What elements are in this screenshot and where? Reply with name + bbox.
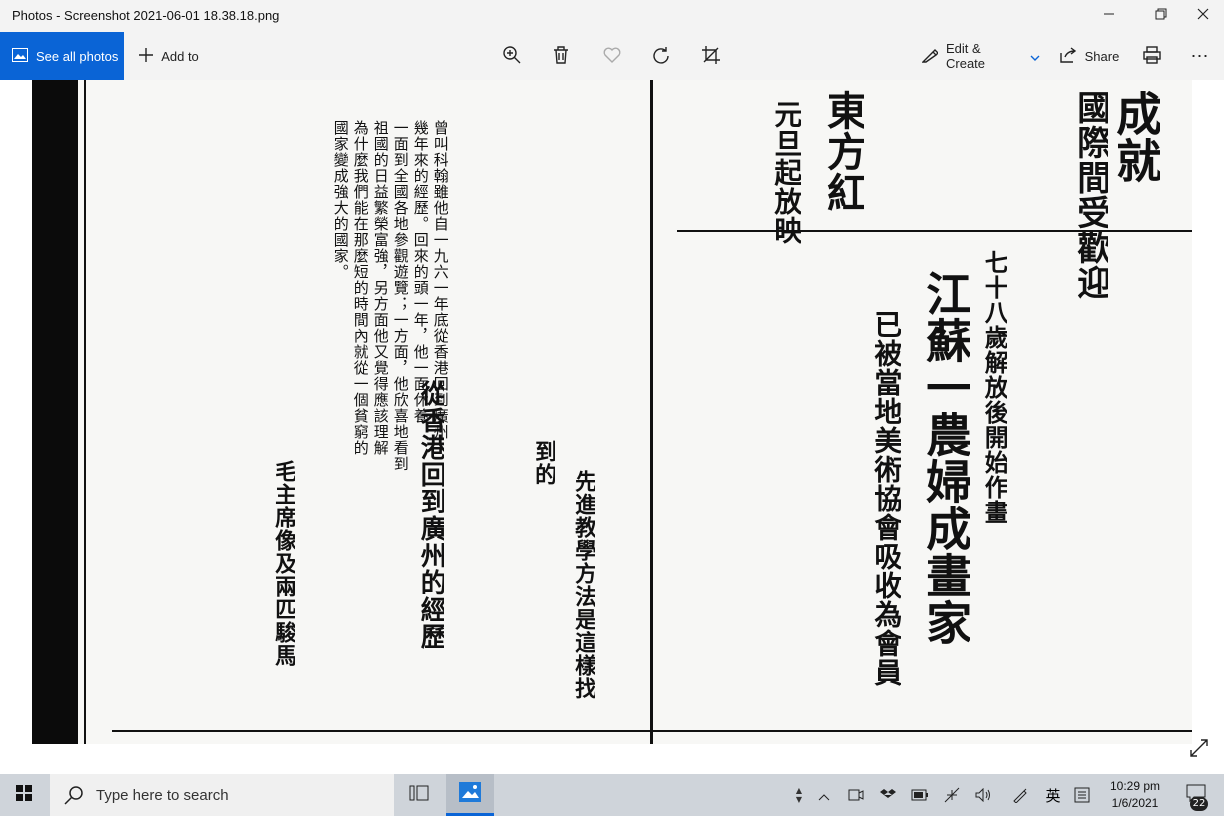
clock-date: 1/6/2021 — [1111, 796, 1159, 810]
taskbar-scroll[interactable]: ▲ ▼ — [792, 774, 806, 816]
photos-app-icon — [459, 781, 481, 806]
column-rule — [112, 730, 1192, 732]
newspaper-headline: 元旦起放映 — [772, 100, 802, 245]
edit-create-button[interactable]: Edit & Create — [921, 32, 1040, 80]
search-placeholder: Type here to search — [96, 786, 229, 804]
pen-workspace-icon[interactable] — [1008, 774, 1032, 816]
clock-time: 10:29 pm — [1109, 779, 1161, 793]
notification-count-badge: 22 — [1190, 797, 1208, 811]
show-hidden-icons-button[interactable] — [812, 774, 836, 816]
newspaper-photo: 曾叫科翰雖他自一九六一年底從香港回到廣州 幾年來的經歷。回來的頭一年，他一面休養一… — [32, 80, 1192, 744]
add-to-label: Add to — [161, 48, 199, 64]
newspaper-text-column: 祖國的日益繁榮富強，另方面他又覺得應該理解 — [372, 120, 388, 456]
fullscreen-button[interactable] — [1184, 734, 1214, 764]
ime-mode-icon[interactable] — [1070, 774, 1094, 816]
see-all-photos-button[interactable]: See all photos — [0, 32, 124, 80]
volume-icon[interactable] — [972, 774, 996, 816]
newspaper-headline: 成就 — [1112, 90, 1161, 184]
close-icon — [1197, 8, 1209, 24]
battery-icon[interactable] — [908, 774, 932, 816]
gallery-icon — [12, 47, 36, 65]
heart-icon — [603, 47, 621, 66]
start-button[interactable] — [0, 774, 48, 816]
plus-icon — [139, 47, 154, 65]
newspaper-headline: 到的 — [532, 440, 556, 486]
favorite-button[interactable] — [596, 32, 628, 80]
trash-icon — [553, 45, 569, 67]
taskbar-search[interactable]: Type here to search — [50, 774, 394, 816]
input-language-button[interactable]: 英 — [1040, 774, 1066, 816]
newspaper-headline: 江蘇一農婦成畫家 — [922, 270, 971, 646]
chevron-down-icon — [1030, 49, 1040, 64]
newspaper-headline: 國際間受歡迎 — [1072, 90, 1108, 300]
windows-logo-icon — [16, 785, 32, 805]
rotate-icon — [652, 46, 670, 67]
scroll-down-icon: ▼ — [795, 795, 803, 804]
meet-now-icon[interactable] — [844, 774, 868, 816]
restore-icon — [1155, 8, 1167, 24]
delete-button[interactable] — [545, 32, 577, 80]
photo-toolbar: See all photos Add to Edit & Create Shar… — [0, 32, 1224, 80]
crop-button[interactable] — [695, 32, 727, 80]
window-title: Photos - Screenshot 2021-06-01 18.38.18.… — [12, 8, 280, 23]
minimize-button[interactable] — [1086, 0, 1132, 32]
zoom-in-icon — [503, 45, 521, 67]
share-label: Share — [1084, 48, 1120, 64]
newspaper-headline: 從香港回到廣州的經歷 — [417, 380, 445, 650]
edit-create-label: Edit & Create — [946, 41, 986, 71]
more-options-button[interactable]: ⋯ — [1184, 32, 1216, 80]
title-bar: Photos - Screenshot 2021-06-01 18.38.18.… — [0, 0, 1224, 32]
ime-label: 英 — [1045, 786, 1061, 805]
newspaper-text-column: 為什麼我們能在那麼短的時間內就從一個貧窮的 — [352, 120, 368, 456]
newspaper-headline: 東方紅 — [822, 90, 864, 213]
newspaper-headline: 毛主席像及兩匹駿馬 — [272, 460, 296, 667]
column-rule — [650, 80, 653, 744]
dropbox-icon[interactable] — [876, 774, 900, 816]
image-viewer[interactable]: 曾叫科翰雖他自一九六一年底從香港回到廣州 幾年來的經歷。回來的頭一年，他一面休養一… — [0, 80, 1224, 774]
ellipsis-icon: ⋯ — [1190, 45, 1210, 66]
taskbar: Type here to search ▲ ▼ 英 10:29 pm 1/6/2… — [0, 774, 1224, 816]
column-rule — [84, 80, 86, 744]
column-rule — [677, 230, 1192, 232]
edit-icon — [921, 47, 939, 66]
newspaper-text-column: 國家變成強大的國家。 — [332, 120, 348, 280]
newspaper-text-column: 幾年來的經歷。回來的頭一年，他一面休養 — [412, 120, 428, 424]
network-icon[interactable] — [940, 774, 964, 816]
crop-icon — [702, 45, 720, 67]
expand-icon — [1190, 738, 1208, 760]
newspaper-text-column: 一面到全國各地參觀遊覽；一方面，他欣喜地看到 — [392, 120, 408, 472]
rotate-button[interactable] — [645, 32, 677, 80]
printer-icon — [1143, 45, 1161, 67]
minimize-icon — [1103, 8, 1115, 24]
photos-app-taskbar-button[interactable] — [446, 774, 494, 816]
task-view-button[interactable] — [396, 774, 442, 816]
share-button[interactable]: Share — [1058, 32, 1120, 80]
chevron-up-icon — [818, 786, 830, 805]
newspaper-headline: 七十八歲解放後開始作畫 — [982, 250, 1008, 525]
print-button[interactable] — [1136, 32, 1168, 80]
close-button[interactable] — [1180, 0, 1224, 32]
zoom-in-button[interactable] — [496, 32, 528, 80]
scroll-up-icon: ▲ — [795, 786, 803, 795]
see-all-photos-label: See all photos — [36, 48, 119, 64]
restore-button[interactable] — [1138, 0, 1184, 32]
newspaper-headline: 先進教學方法是這樣找 — [572, 470, 596, 700]
share-icon — [1059, 46, 1077, 66]
scan-black-edge — [32, 80, 78, 744]
newspaper-headline: 已被當地美術協會吸收為會員 — [872, 310, 902, 687]
taskbar-clock[interactable]: 10:29 pm 1/6/2021 — [1100, 778, 1170, 812]
add-to-button[interactable]: Add to — [134, 32, 204, 80]
task-view-icon — [409, 785, 429, 805]
